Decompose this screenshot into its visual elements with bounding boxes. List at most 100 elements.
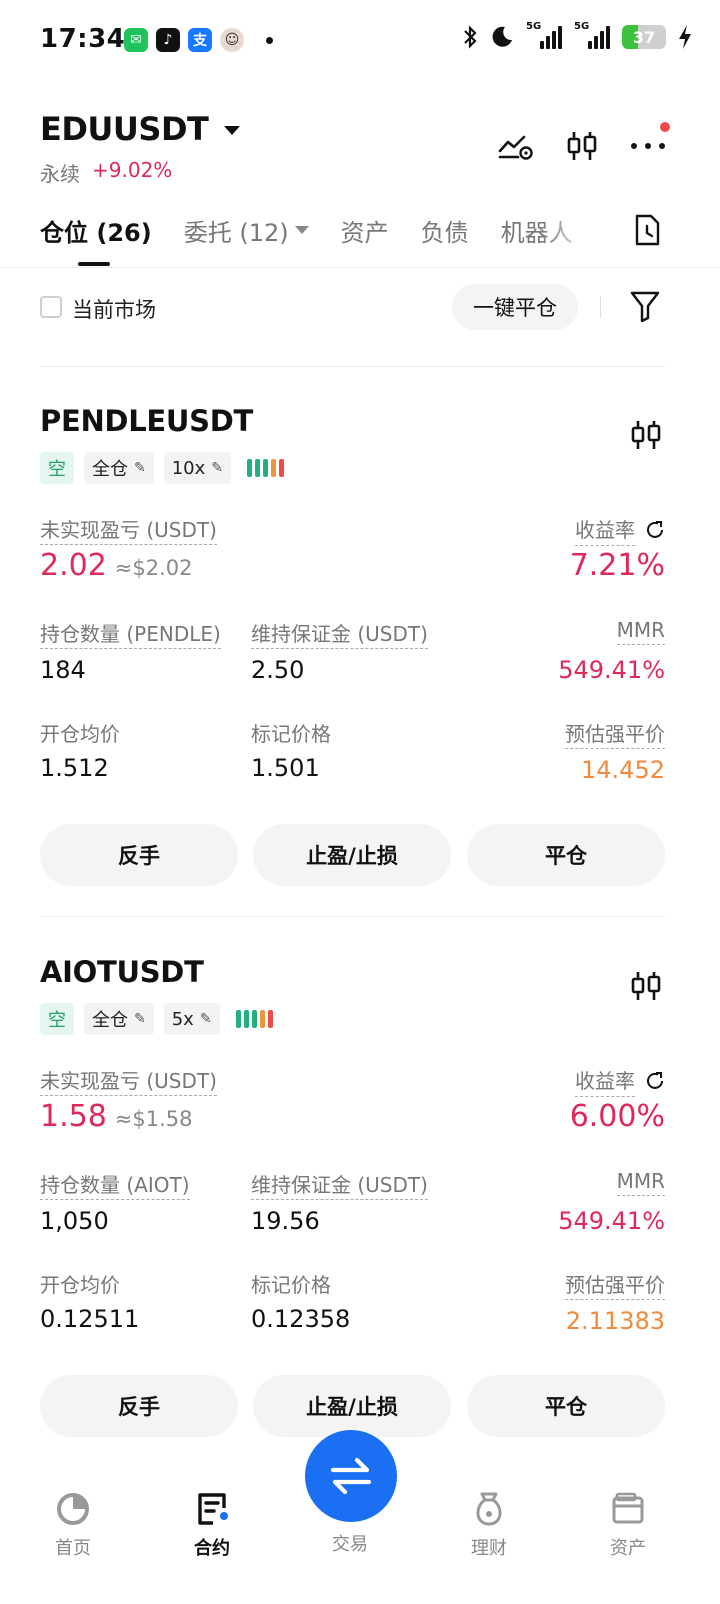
tp-sl-button[interactable]: 止盈/止损 xyxy=(253,824,451,886)
tiktok-icon: ♪ xyxy=(156,28,180,52)
trade-swap-icon xyxy=(330,1457,372,1495)
contract-icon xyxy=(198,1493,226,1525)
nav-earn[interactable]: 理财 xyxy=(439,1490,539,1560)
price-alert-button[interactable] xyxy=(498,128,534,164)
reverse-button[interactable]: 反手 xyxy=(40,824,238,886)
entry-price: 1.512 xyxy=(40,754,109,782)
signal-icon: 5G xyxy=(574,21,610,49)
position-tags: 空 全仓 ✎ 5x ✎ xyxy=(40,1003,273,1035)
candlestick-chart-button[interactable] xyxy=(564,128,600,164)
tab-active-indicator xyxy=(78,262,110,266)
more-icon xyxy=(631,143,665,149)
tab-label: 委托 (12) xyxy=(183,218,289,247)
position-card: PENDLEUSDT 空 全仓 ✎ 10x ✎ 未实现盈亏 (USDT) 收益率 2… xyxy=(40,404,665,888)
edit-icon: ✎ xyxy=(134,1011,146,1027)
nav-indicator-dot xyxy=(220,1512,228,1520)
tab-orders[interactable]: 委托 (12) xyxy=(184,213,309,248)
margin-mode-label: 全仓 xyxy=(92,459,128,480)
share-icon[interactable] xyxy=(645,1071,665,1091)
position-symbol[interactable]: AIOTUSDT xyxy=(40,955,204,989)
divider xyxy=(600,296,601,318)
adl-bar xyxy=(247,459,253,477)
nav-label: 合约 xyxy=(194,1538,230,1559)
divider xyxy=(0,267,720,268)
divider xyxy=(40,916,665,917)
home-icon xyxy=(57,1493,89,1525)
nav-label: 资产 xyxy=(610,1538,646,1559)
tab-assets[interactable]: 资产 xyxy=(341,213,389,248)
close-all-button[interactable]: 一键平仓 xyxy=(452,284,578,330)
system-icons: 5G 5G 37 xyxy=(462,21,692,50)
close-position-button[interactable]: 平仓 xyxy=(467,1375,665,1437)
nav-assets[interactable]: 资产 xyxy=(578,1490,678,1560)
avatar-icon: ☺ xyxy=(220,28,244,52)
mark-price-label: 标记价格 xyxy=(251,722,331,746)
position-tags: 空 全仓 ✎ 10x ✎ xyxy=(40,452,285,484)
adl-bar xyxy=(251,1010,257,1028)
symbol-selector[interactable]: EDUUSDT xyxy=(40,110,241,148)
reverse-button[interactable]: 反手 xyxy=(40,1375,238,1437)
adl-bar xyxy=(279,459,285,477)
tab-liabilities[interactable]: 负债 xyxy=(421,213,469,248)
roe-label: 收益率 xyxy=(575,1065,665,1097)
nav-home[interactable]: 首页 xyxy=(23,1490,123,1560)
maintenance-margin: 2.50 xyxy=(251,656,305,684)
position-size-label: 持仓数量 (PENDLE) xyxy=(40,618,221,649)
notification-icons: ✉ ♪ 支 ☺ xyxy=(124,28,273,52)
tab-label: 资产 xyxy=(340,218,389,247)
tp-sl-button[interactable]: 止盈/止损 xyxy=(253,1375,451,1437)
roe-value: 7.21% xyxy=(569,548,665,583)
roe-value: 6.00% xyxy=(569,1099,665,1134)
leverage-label: 10x xyxy=(171,457,206,479)
status-time: 17:34 xyxy=(40,24,126,54)
leverage-label: 5x xyxy=(171,1008,194,1030)
margin-mode-tag[interactable]: 全仓 ✎ xyxy=(84,452,154,484)
nav-trade-label[interactable]: 交易 xyxy=(300,1530,400,1556)
unrealized-pnl-label: 未实现盈亏 (USDT) xyxy=(40,514,217,545)
nav-contract[interactable]: 合约 xyxy=(162,1490,262,1560)
more-button[interactable] xyxy=(630,122,670,164)
adl-bar xyxy=(271,459,277,477)
candlestick-chart-icon[interactable] xyxy=(629,418,663,452)
mmr-label: MMR xyxy=(616,618,665,645)
more-notifications-dot xyxy=(266,36,273,44)
moon-icon xyxy=(492,26,512,47)
liq-price-label: 预估强平价 xyxy=(565,1269,665,1300)
position-size: 184 xyxy=(40,656,86,684)
margin-mode-tag[interactable]: 全仓 ✎ xyxy=(84,1003,154,1035)
margin-mode-label: 全仓 xyxy=(92,1010,128,1031)
leverage-tag[interactable]: 5x ✎ xyxy=(163,1003,220,1035)
symbol-title: EDUUSDT xyxy=(40,110,209,148)
tab-label: 仓位 (26) xyxy=(40,218,152,247)
position-tabs: 仓位 (26) 委托 (12) 资产 负债 机器人 xyxy=(40,210,605,250)
adl-bar xyxy=(235,1010,241,1028)
position-card: AIOTUSDT 空 全仓 ✎ 5x ✎ 未实现盈亏 (USDT) 收益率 1.58… xyxy=(40,955,665,1439)
trade-button[interactable] xyxy=(305,1430,397,1522)
mark-price: 0.12358 xyxy=(251,1305,351,1333)
leverage-tag[interactable]: 10x ✎ xyxy=(163,452,232,484)
share-icon[interactable] xyxy=(645,520,665,540)
unrealized-pnl: 2.02 ≈$2.02 xyxy=(40,548,193,583)
position-actions: 反手 止盈/止损 平仓 xyxy=(40,824,665,886)
price-change: +9.02% xyxy=(92,158,173,182)
side-badge: 空 xyxy=(40,1003,74,1035)
mmr-value: 549.41% xyxy=(558,1207,665,1235)
liq-price: 2.11383 xyxy=(565,1307,665,1335)
price-alert-icon xyxy=(498,135,533,160)
current-market-checkbox[interactable] xyxy=(40,296,62,318)
candlestick-chart-icon[interactable] xyxy=(629,969,663,1003)
alipay-icon: 支 xyxy=(188,28,212,52)
tab-scroll-fade xyxy=(540,208,622,252)
signal-icon: 5G xyxy=(526,21,562,49)
filter-icon[interactable] xyxy=(630,290,660,322)
close-position-button[interactable]: 平仓 xyxy=(467,824,665,886)
position-symbol[interactable]: PENDLEUSDT xyxy=(40,404,253,438)
adl-bar xyxy=(255,459,261,477)
nav-label: 理财 xyxy=(471,1538,507,1559)
adl-bar xyxy=(243,1010,249,1028)
history-icon[interactable] xyxy=(632,214,662,246)
tab-positions[interactable]: 仓位 (26) xyxy=(40,213,152,248)
current-market-label[interactable]: 当前市场 xyxy=(72,294,156,324)
status-bar: 17:34 ✉ ♪ 支 ☺ 5G 5G 37 xyxy=(0,0,720,84)
position-actions: 反手 止盈/止损 平仓 xyxy=(40,1375,665,1437)
